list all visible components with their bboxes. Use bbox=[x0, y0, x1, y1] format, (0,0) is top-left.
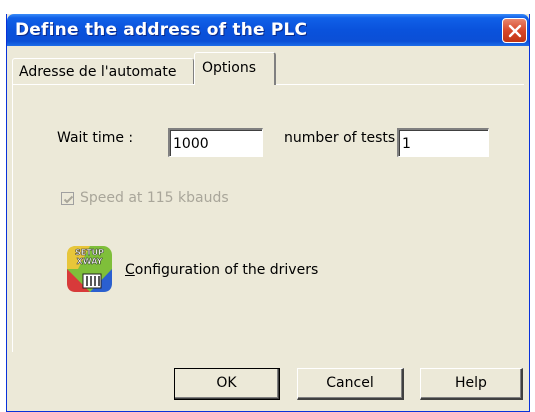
cancel-button[interactable]: Cancel bbox=[297, 368, 404, 400]
setup-icon-text: SETUP bbox=[75, 248, 104, 257]
checkmark-icon bbox=[63, 195, 74, 204]
help-button[interactable]: Help bbox=[420, 368, 523, 400]
number-of-tests-label: number of tests bbox=[284, 130, 396, 146]
wait-time-label: Wait time : bbox=[57, 130, 134, 146]
options-panel bbox=[12, 84, 524, 352]
wait-time-input[interactable]: 1000 bbox=[168, 128, 263, 157]
speed-checkbox-label: Speed at 115 kbauds bbox=[80, 190, 229, 206]
window-title: Define the address of the PLC bbox=[15, 20, 308, 40]
ok-button[interactable]: OK bbox=[174, 368, 280, 400]
speed-checkbox[interactable] bbox=[61, 192, 74, 205]
xway-icon-text: XWAY bbox=[77, 257, 103, 266]
number-of-tests-input[interactable]: 1 bbox=[397, 128, 489, 157]
setup-xway-icon[interactable]: SETUP XWAY bbox=[66, 245, 113, 293]
title-bar[interactable]: Define the address of the PLC bbox=[7, 14, 529, 46]
close-button[interactable] bbox=[502, 18, 527, 43]
tab-adresse-automate[interactable]: Adresse de l'automate bbox=[12, 58, 194, 84]
tab-options[interactable]: Options bbox=[194, 52, 276, 85]
drivers-config-link[interactable]: Configuration of the drivers bbox=[125, 262, 318, 278]
close-icon bbox=[508, 24, 522, 38]
